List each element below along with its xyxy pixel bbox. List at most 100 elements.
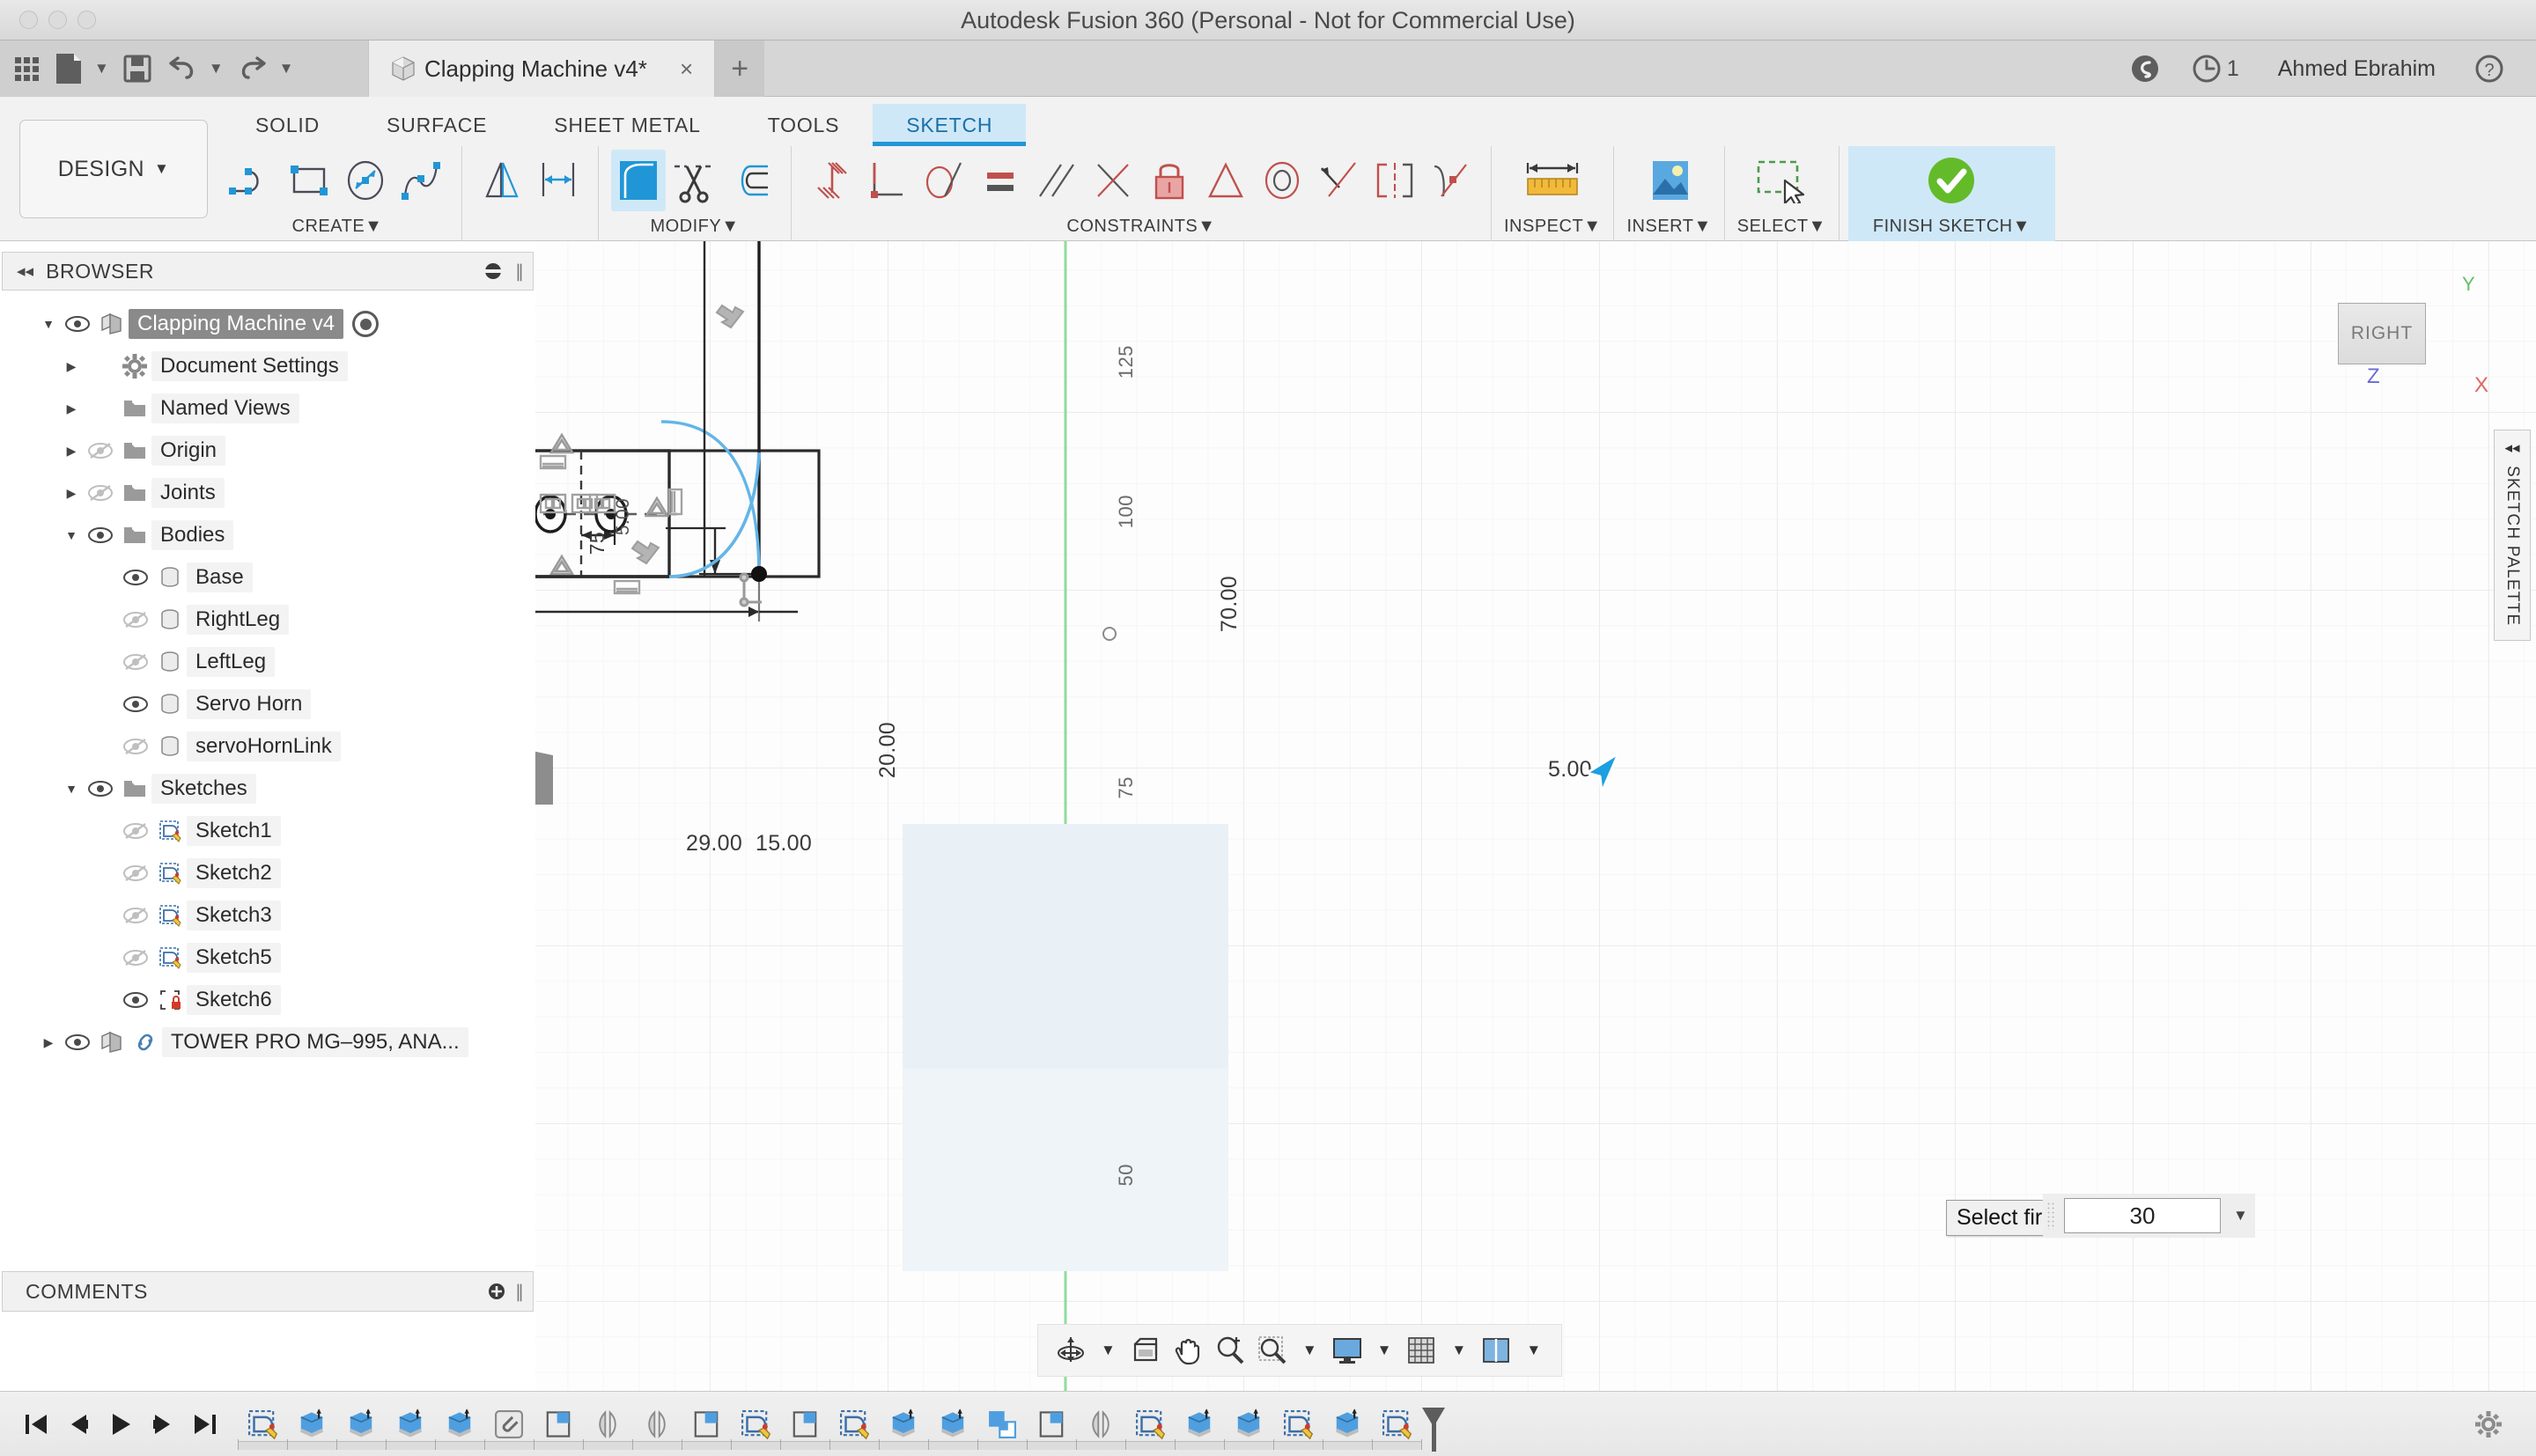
panel-constraints-label[interactable]: CONSTRAINTS▼: [1066, 215, 1215, 241]
tree-node-joints[interactable]: ▶ Joints: [0, 472, 535, 514]
expand-sketch-palette-icon[interactable]: ◂◂: [2504, 439, 2519, 457]
redo-caret-icon[interactable]: ▼: [275, 60, 299, 77]
workspace-selector[interactable]: DESIGN ▼: [19, 120, 208, 218]
activate-component-radio[interactable]: [352, 311, 380, 337]
concentric-tool-button[interactable]: [1255, 150, 1309, 211]
go-to-beginning-icon[interactable]: [19, 1405, 53, 1444]
twisty-open-icon[interactable]: ▼: [60, 528, 83, 542]
midpoint-tool-button[interactable]: [1198, 150, 1253, 211]
browser-resize-handle[interactable]: ∥: [515, 261, 524, 283]
display-settings-button[interactable]: [1327, 1328, 1368, 1372]
equal-tool-button[interactable]: [973, 150, 1028, 211]
coincident-tool-button[interactable]: [1086, 150, 1140, 211]
visibility-eye-off-icon[interactable]: [118, 653, 153, 671]
close-document-tab-button[interactable]: ×: [680, 55, 693, 83]
undo-button[interactable]: [161, 46, 203, 92]
help-button[interactable]: ?: [2459, 40, 2520, 97]
play-icon[interactable]: [104, 1405, 137, 1444]
tree-node-sketch3[interactable]: Sketch3: [0, 894, 535, 937]
visibility-eye-icon[interactable]: [60, 1033, 95, 1051]
select-tool-button[interactable]: [1741, 150, 1822, 211]
tree-node-named-views[interactable]: ▶ Named Views: [0, 387, 535, 430]
viewports-caret-icon[interactable]: ▼: [1518, 1342, 1549, 1359]
panel-finish-sketch-label[interactable]: FINISH SKETCH▼: [1873, 215, 2031, 241]
offset-tool-button[interactable]: [724, 150, 778, 211]
zoom-caret-icon[interactable]: ▼: [1294, 1342, 1325, 1359]
panel-select-label[interactable]: SELECT▼: [1737, 215, 1826, 241]
dimension-29[interactable]: 29.00: [686, 831, 742, 857]
panel-insert-label[interactable]: INSERT▼: [1626, 215, 1711, 241]
visibility-eye-icon[interactable]: [60, 315, 95, 333]
visibility-eye-icon[interactable]: [83, 780, 118, 798]
mirror-tool-button[interactable]: [475, 150, 529, 211]
view-cube[interactable]: RIGHT: [2338, 303, 2426, 364]
panel-finish-sketch[interactable]: FINISH SKETCH▼: [1847, 146, 2055, 241]
chevron-down-icon[interactable]: ▼: [2233, 1207, 2248, 1224]
extension-manager-button[interactable]: [2114, 40, 2176, 97]
visibility-eye-icon[interactable]: [118, 569, 153, 586]
measure-tool-button[interactable]: [1512, 150, 1593, 211]
tree-node-document-settings[interactable]: ▶ Document Settings: [0, 345, 535, 387]
visibility-eye-off-icon[interactable]: [83, 442, 118, 460]
twisty-open-icon[interactable]: ▼: [37, 317, 60, 331]
tree-node-rightleg[interactable]: RightLeg: [0, 599, 535, 641]
tree-node-tower-pro-servo[interactable]: ▶ TOWER PRO MG–995, ANA...: [0, 1021, 535, 1063]
finish-sketch-button[interactable]: [1911, 150, 1992, 211]
tab-sheet-metal[interactable]: SHEET METAL: [520, 104, 734, 146]
twisty-closed-icon[interactable]: ▶: [60, 486, 83, 501]
panel-inspect-label[interactable]: INSPECT▼: [1504, 215, 1601, 241]
dimension-70[interactable]: 70.00: [1217, 576, 1242, 632]
rectangle-tool-button[interactable]: [282, 150, 336, 211]
fix-unfix-tool-button[interactable]: [1142, 150, 1197, 211]
dimension-20[interactable]: 20.00: [875, 722, 901, 778]
dimension-15[interactable]: 15.00: [756, 831, 812, 857]
display-settings-caret-icon[interactable]: ▼: [1369, 1342, 1400, 1359]
visibility-eye-icon[interactable]: [118, 695, 153, 713]
orbit-button[interactable]: [1051, 1328, 1091, 1372]
tree-node-origin[interactable]: ▶ Origin: [0, 430, 535, 472]
go-to-end-icon[interactable]: [188, 1405, 222, 1444]
visibility-eye-off-icon[interactable]: [83, 484, 118, 502]
step-back-icon[interactable]: [62, 1405, 95, 1444]
horizontal-vertical-tool-button[interactable]: [804, 150, 859, 211]
visibility-eye-off-icon[interactable]: [118, 738, 153, 755]
undo-caret-icon[interactable]: ▼: [204, 60, 228, 77]
curvature-tool-button[interactable]: [1424, 150, 1478, 211]
tree-node-leftleg[interactable]: LeftLeg: [0, 641, 535, 683]
visibility-eye-off-icon[interactable]: [118, 907, 153, 924]
twisty-closed-icon[interactable]: ▶: [60, 359, 83, 374]
dimension-value-editor[interactable]: ▼: [2043, 1194, 2255, 1238]
trim-tool-button[interactable]: [667, 150, 722, 211]
panel-menu-icon[interactable]: [483, 261, 503, 281]
dimension-value-input[interactable]: [2064, 1198, 2221, 1233]
twisty-open-icon[interactable]: ▼: [60, 782, 83, 796]
tree-node-base[interactable]: Base: [0, 556, 535, 599]
tab-surface[interactable]: SURFACE: [353, 104, 520, 146]
panel-modify-label[interactable]: MODIFY▼: [650, 215, 739, 241]
tab-sketch[interactable]: SKETCH: [873, 104, 1027, 146]
tangent-tool-button[interactable]: [917, 150, 971, 211]
show-data-panel-button[interactable]: [9, 46, 45, 92]
viewports-button[interactable]: [1476, 1328, 1516, 1372]
timeline-end-marker[interactable]: [1422, 1407, 1445, 1427]
comments-resize-handle[interactable]: ∥: [515, 1281, 524, 1303]
sketch-canvas[interactable]: 125 100 75 50 20.00 70.00 5.00 29.00 15.…: [535, 241, 2536, 1391]
file-menu-button[interactable]: [48, 46, 89, 92]
visibility-eye-icon[interactable]: [83, 526, 118, 544]
perpendicular-tool-button[interactable]: [860, 150, 915, 211]
save-button[interactable]: [117, 46, 158, 92]
tree-node-sketch6[interactable]: Sketch6: [0, 979, 535, 1021]
tree-node-sketches[interactable]: ▼ Sketches: [0, 768, 535, 810]
tree-node-clapping-machine-v4[interactable]: ▼ Clapping Machine v4: [0, 303, 535, 345]
gear-icon[interactable]: [2474, 1410, 2503, 1438]
collapse-browser-icon[interactable]: ◂◂: [17, 261, 33, 282]
visibility-eye-off-icon[interactable]: [118, 611, 153, 629]
visibility-eye-off-icon[interactable]: [118, 864, 153, 882]
dimension-75-small[interactable]: 75: [586, 532, 609, 555]
insert-canvas-button[interactable]: [1629, 150, 1710, 211]
drag-grip-icon[interactable]: [2046, 1202, 2055, 1230]
file-menu-caret-icon[interactable]: ▼: [90, 60, 114, 77]
grid-snaps-caret-icon[interactable]: ▼: [1443, 1342, 1474, 1359]
panel-create-label[interactable]: CREATE▼: [292, 215, 383, 241]
dimension-5-vertical[interactable]: 5.00: [613, 498, 634, 535]
